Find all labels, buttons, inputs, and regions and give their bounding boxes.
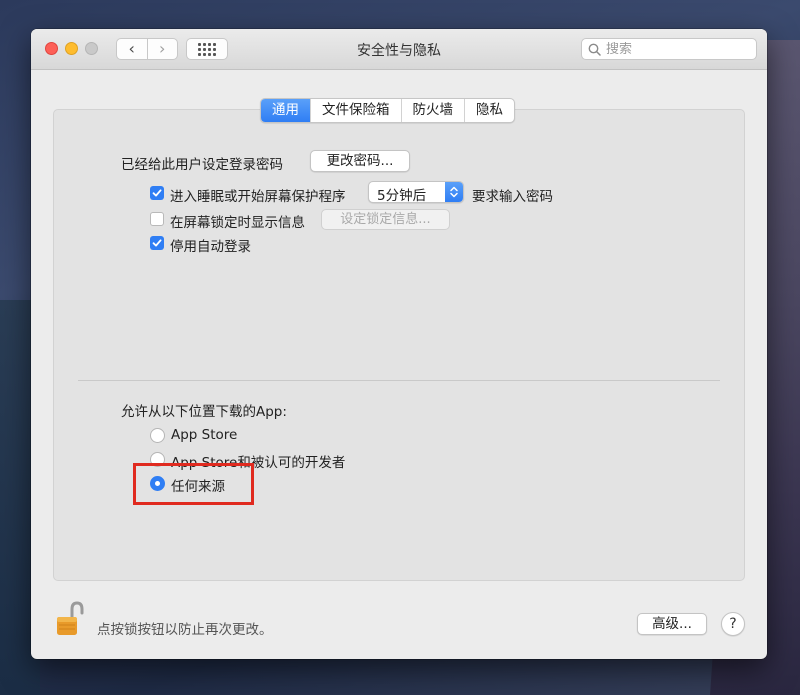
search-icon — [588, 42, 602, 56]
unlocked-padlock-icon[interactable] — [55, 601, 85, 639]
lock-hint-text: 点按锁按钮以防止再次更改。 — [97, 622, 273, 638]
set-lock-message-button[interactable]: 设定锁定信息... — [321, 209, 450, 230]
radio-app-store[interactable] — [150, 428, 165, 443]
password-delay-select[interactable]: 5分钟后 — [368, 181, 464, 204]
tab-filevault[interactable]: 文件保险箱 — [310, 99, 401, 122]
annotation-highlight-box — [133, 463, 254, 505]
show-message-label: 在屏幕锁定时显示信息 — [170, 215, 305, 231]
tab-privacy[interactable]: 隐私 — [464, 99, 514, 122]
tab-content-panel — [53, 109, 745, 581]
updown-arrows-icon — [445, 182, 463, 202]
advanced-button[interactable]: 高级... — [637, 613, 707, 635]
checkmark-icon — [152, 189, 162, 197]
password-set-label: 已经给此用户设定登录密码 — [121, 157, 283, 173]
search-input[interactable] — [606, 41, 746, 57]
tab-bar: 通用 文件保险箱 防火墙 隐私 — [260, 98, 515, 123]
checkmark-icon — [152, 239, 162, 247]
require-password-suffix: 要求输入密码 — [472, 189, 553, 205]
radio-app-store-label: App Store — [171, 427, 238, 443]
disable-autologin-label: 停用自动登录 — [170, 239, 251, 255]
change-password-button[interactable]: 更改密码... — [310, 150, 410, 172]
show-message-checkbox[interactable] — [150, 212, 164, 226]
help-button[interactable]: ? — [721, 612, 745, 636]
section-divider — [78, 380, 720, 381]
password-delay-value: 5分钟后 — [377, 188, 427, 204]
disable-autologin-checkbox[interactable] — [150, 236, 164, 250]
security-privacy-window: ‹ › 安全性与隐私 通用 文件保险箱 防火墙 隐私 已经给此用户设定登录密码 … — [31, 29, 767, 659]
require-password-label: 进入睡眠或开始屏幕保护程序 — [170, 189, 346, 205]
tab-general[interactable]: 通用 — [261, 99, 310, 122]
tab-firewall[interactable]: 防火墙 — [400, 99, 465, 122]
title-bar: ‹ › 安全性与隐私 — [31, 29, 767, 70]
require-password-checkbox[interactable] — [150, 186, 164, 200]
allow-downloads-heading: 允许从以下位置下载的App: — [121, 404, 287, 420]
search-field[interactable] — [581, 38, 757, 60]
